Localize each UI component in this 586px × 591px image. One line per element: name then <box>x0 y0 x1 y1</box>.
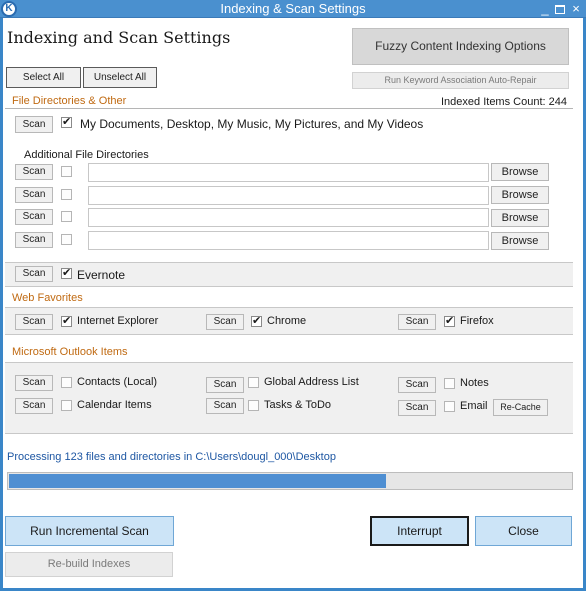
scan-chrome-button[interactable]: Scan <box>206 314 244 330</box>
email-checkbox[interactable] <box>444 401 455 412</box>
scan-evernote-button[interactable]: Scan <box>15 266 53 282</box>
directory-2-checkbox[interactable] <box>61 189 72 200</box>
directory-1-checkbox[interactable] <box>61 166 72 177</box>
select-all-button[interactable]: Select All <box>6 67 81 88</box>
page-title: Indexing and Scan Settings <box>7 28 231 47</box>
email-label: Email <box>460 400 488 412</box>
calendar-label: Calendar Items <box>77 399 152 411</box>
additional-directories-label: Additional File Directories <box>24 149 149 161</box>
close-button[interactable]: Close <box>475 516 572 546</box>
tasks-checkbox[interactable] <box>248 400 259 411</box>
indexed-items-count: Indexed Items Count: 244 <box>441 96 567 108</box>
scan-firefox-button[interactable]: Scan <box>398 314 436 330</box>
run-incremental-scan-button[interactable]: Run Incremental Scan <box>5 516 174 546</box>
auto-repair-button[interactable]: Run Keyword Association Auto-Repair <box>352 72 569 89</box>
chrome-label: Chrome <box>267 315 307 327</box>
progress-bar-fill <box>9 474 386 488</box>
status-message: Processing 123 files and directories in … <box>7 451 336 463</box>
directory-3-path-input[interactable] <box>88 208 489 227</box>
chrome-checkbox[interactable] <box>251 314 262 328</box>
directory-3-checkbox[interactable] <box>61 211 72 222</box>
scan-directory-4-button[interactable]: Scan <box>15 232 53 248</box>
web-favorites-heading: Web Favorites <box>12 292 83 304</box>
scan-contacts-button[interactable]: Scan <box>15 375 53 391</box>
notes-label: Notes <box>460 377 489 389</box>
scan-directory-1-button[interactable]: Scan <box>15 164 53 180</box>
my-documents-checkbox[interactable] <box>61 115 72 129</box>
scan-directory-3-button[interactable]: Scan <box>15 209 53 225</box>
scan-internet-explorer-button[interactable]: Scan <box>15 314 53 330</box>
calendar-checkbox[interactable] <box>61 400 72 411</box>
fuzzy-indexing-options-button[interactable]: Fuzzy Content Indexing Options <box>352 28 569 65</box>
rebuild-indexes-button[interactable]: Re-build Indexes <box>5 552 173 577</box>
evernote-label: Evernote <box>77 268 126 282</box>
internet-explorer-label: Internet Explorer <box>77 315 159 327</box>
title-bar[interactable]: K Indexing & Scan Settings _ × <box>0 0 586 18</box>
unselect-all-button[interactable]: Unselect All <box>83 67 157 88</box>
scan-global-address-list-button[interactable]: Scan <box>206 377 244 393</box>
directory-4-checkbox[interactable] <box>61 234 72 245</box>
scan-directory-2-button[interactable]: Scan <box>15 187 53 203</box>
browse-directory-2-button[interactable]: Browse <box>491 186 549 204</box>
maximize-icon <box>555 5 565 14</box>
recache-button[interactable]: Re-Cache <box>493 399 548 416</box>
browse-directory-3-button[interactable]: Browse <box>491 209 549 227</box>
scan-calendar-button[interactable]: Scan <box>15 398 53 414</box>
firefox-checkbox[interactable] <box>444 314 455 328</box>
scan-tasks-button[interactable]: Scan <box>206 398 244 414</box>
directory-2-path-input[interactable] <box>88 186 489 205</box>
maximize-button[interactable] <box>553 2 567 16</box>
contacts-label: Contacts (Local) <box>77 376 158 388</box>
global-address-list-label: Global Address List <box>264 376 359 388</box>
file-directories-heading: File Directories & Other <box>12 95 127 107</box>
internet-explorer-checkbox[interactable] <box>61 314 72 328</box>
contacts-checkbox[interactable] <box>61 377 72 388</box>
window-title: Indexing & Scan Settings <box>220 1 366 16</box>
scan-my-documents-button[interactable]: Scan <box>15 116 53 133</box>
global-address-list-checkbox[interactable] <box>248 377 259 388</box>
section-divider <box>5 108 573 109</box>
browse-directory-4-button[interactable]: Browse <box>491 232 549 250</box>
browse-directory-1-button[interactable]: Browse <box>491 163 549 181</box>
notes-checkbox[interactable] <box>444 378 455 389</box>
directory-1-path-input[interactable] <box>88 163 489 182</box>
firefox-label: Firefox <box>460 315 494 327</box>
scan-notes-button[interactable]: Scan <box>398 377 436 393</box>
outlook-items-panel <box>5 362 573 434</box>
progress-bar <box>7 472 573 490</box>
tasks-label: Tasks & ToDo <box>264 399 332 411</box>
my-documents-label: My Documents, Desktop, My Music, My Pict… <box>80 117 424 131</box>
close-window-button[interactable]: × <box>569 2 583 16</box>
interrupt-button[interactable]: Interrupt <box>370 516 469 546</box>
outlook-items-heading: Microsoft Outlook Items <box>12 346 128 358</box>
minimize-button[interactable]: _ <box>538 2 552 16</box>
evernote-checkbox[interactable] <box>61 266 72 280</box>
directory-4-path-input[interactable] <box>88 231 489 250</box>
scan-email-button[interactable]: Scan <box>398 400 436 416</box>
